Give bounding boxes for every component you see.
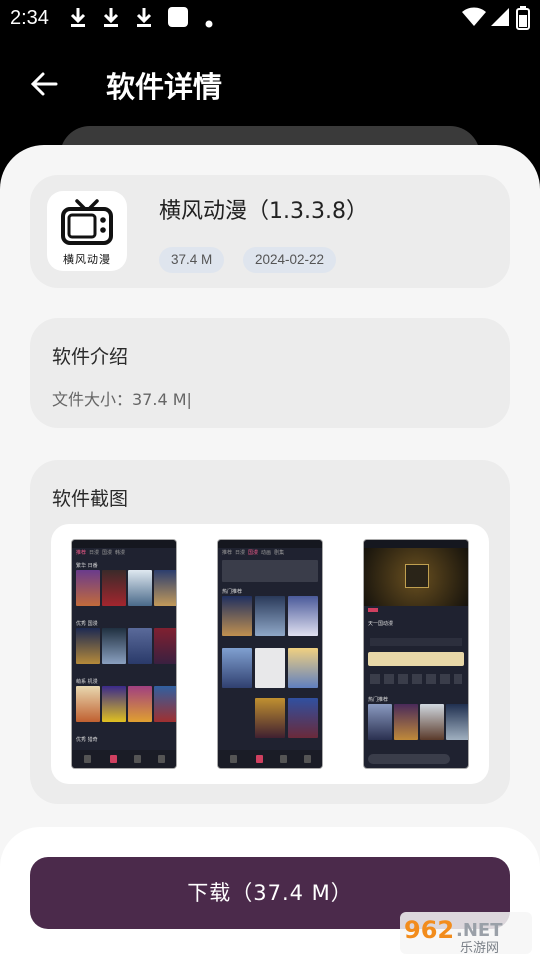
- app-icon-text: 横风动漫: [63, 253, 111, 266]
- app-square-icon: [167, 6, 189, 32]
- svg-text:962: 962: [404, 916, 454, 944]
- signal-icon: [490, 7, 510, 31]
- date-badge: 2024-02-22: [243, 247, 337, 273]
- download-icon: [101, 6, 121, 32]
- back-button[interactable]: [22, 62, 66, 106]
- status-time: 2:34: [10, 7, 49, 29]
- arrow-back-icon: [22, 72, 66, 110]
- download-icon: [68, 6, 88, 32]
- screenshot-thumbnail-1[interactable]: 推荐 日漫 国漫 韩漫 繁华 日番 优秀 国漫 萌系 机漫 优秀 猎奇: [72, 540, 176, 768]
- app-icon: 横风动漫: [47, 191, 127, 271]
- size-badge: 37.4 M: [159, 247, 225, 273]
- svg-text:乐游网: 乐游网: [460, 941, 499, 956]
- screenshots-strip[interactable]: 推荐 日漫 国漫 韩漫 繁华 日番 优秀 国漫 萌系 机漫 优秀 猎奇 推荐 日…: [51, 524, 489, 784]
- svg-text:.NET: .NET: [456, 920, 503, 941]
- status-bar: 2:34: [0, 0, 540, 36]
- intro-heading: 软件介绍: [52, 346, 129, 368]
- detail-sheet: 横风动漫 横风动漫（1.3.3.8） 37.4 M 2024-02-22 软件介…: [0, 145, 540, 960]
- watermark-logo: 962 .NET 乐游网: [400, 908, 532, 956]
- screenshot-tabs: 推荐 日漫 国漫 动画 剧集: [222, 550, 285, 556]
- app-name: 横风动漫（1.3.3.8）: [159, 199, 368, 224]
- intro-card: 软件介绍 文件大小：37.4 M|: [30, 318, 510, 428]
- dot-icon: [205, 13, 213, 32]
- screenshot-thumbnail-2[interactable]: 推荐 日漫 国漫 动画 剧集 热门推荐: [218, 540, 322, 768]
- battery-icon: [516, 6, 530, 34]
- download-icon: [134, 6, 154, 32]
- wifi-icon: [462, 7, 486, 31]
- screenshot-thumbnail-3[interactable]: 天一国动漫 热门推荐: [364, 540, 468, 768]
- screenshots-card: 软件截图 推荐 日漫 国漫 韩漫 繁华 日番 优秀 国漫 萌系 机漫 优秀 猎奇…: [30, 460, 510, 804]
- screenshots-heading: 软件截图: [52, 488, 129, 510]
- screenshot-tabs: 推荐 日漫 国漫 韩漫: [76, 550, 126, 556]
- app-bar: 软件详情: [0, 48, 540, 118]
- intro-text: 文件大小：37.4 M|: [52, 390, 192, 409]
- page-title: 软件详情: [106, 70, 223, 104]
- app-info-card: 横风动漫 横风动漫（1.3.3.8） 37.4 M 2024-02-22: [30, 175, 510, 288]
